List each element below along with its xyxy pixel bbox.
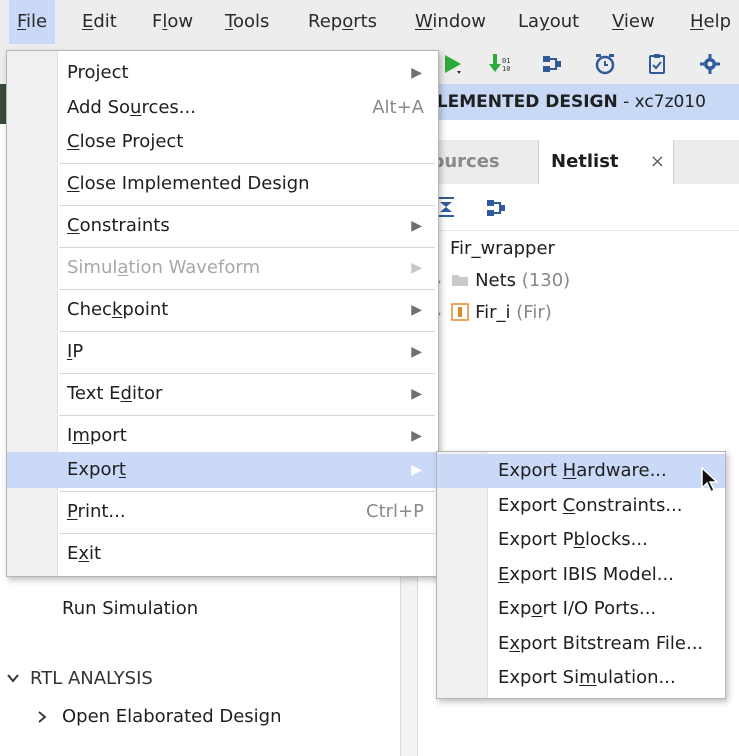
shortcut-label: Alt+A [372, 97, 424, 118]
menu-view[interactable]: View [604, 0, 663, 44]
submenu-item-export-pblocks[interactable]: Export Pblocks... [437, 523, 725, 557]
submenu-arrow-icon: ▶ [411, 386, 422, 402]
menu-item-text-editor[interactable]: Text Editor ▶ [7, 376, 438, 412]
download-bitstream-icon[interactable]: 01 10 [488, 52, 512, 76]
submenu-item-export-hardware[interactable]: Export Hardware... [437, 454, 725, 488]
menu-separator [59, 533, 435, 534]
menu-separator [59, 373, 435, 374]
mouse-cursor-icon [700, 466, 720, 498]
tab-netlist[interactable]: Netlist × [538, 140, 674, 184]
menu-file[interactable]: File [9, 0, 56, 44]
submenu-arrow-icon: ▶ [411, 65, 422, 81]
collapse-all-icon[interactable] [436, 196, 456, 222]
netlist-toolbar [418, 184, 739, 231]
menu-help[interactable]: Help [682, 0, 739, 44]
tree-row-nets[interactable]: › Nets (130) [436, 270, 570, 291]
timer-icon[interactable] [593, 52, 617, 76]
menu-item-ip[interactable]: IP ▶ [7, 334, 438, 370]
clipboard-icon[interactable] [645, 52, 669, 76]
menu-bar: File Edit Flow Tools Reports Window Layo… [0, 0, 739, 44]
menu-layout[interactable]: Layout [510, 0, 587, 44]
menu-window[interactable]: Window [407, 0, 494, 44]
submenu-item-export-simulation[interactable]: Export Simulation... [437, 661, 725, 695]
menu-item-exit[interactable]: Exit [7, 536, 438, 572]
menu-separator [59, 289, 435, 290]
open-elaborated-design-item[interactable]: Open Elaborated Design [62, 706, 282, 727]
menu-item-project[interactable]: Project ▶ [7, 55, 438, 91]
run-icon[interactable] [440, 52, 464, 76]
menu-separator [59, 205, 435, 206]
menu-item-close-implemented-design[interactable]: Close Implemented Design [7, 166, 438, 202]
export-submenu: Export Hardware... Export Constraints...… [436, 451, 726, 699]
folder-icon [451, 271, 469, 286]
netlist-tabs: ources Netlist × [418, 140, 739, 184]
submenu-arrow-icon: ▶ [411, 260, 422, 276]
instance-icon [451, 303, 470, 321]
menu-separator [59, 491, 435, 492]
menu-separator [59, 163, 435, 164]
shortcut-label: Ctrl+P [366, 501, 424, 522]
schematic-icon[interactable] [540, 52, 564, 76]
file-menu-dropdown: Project ▶ Add Sources... Alt+A Close Pro… [6, 50, 439, 577]
submenu-item-export-io-ports[interactable]: Export I/O Ports... [437, 592, 725, 626]
tree-row-instance[interactable]: › Fir_i (Fir) [436, 302, 552, 323]
menu-item-close-project[interactable]: Close Project [7, 124, 438, 160]
menu-separator [59, 247, 435, 248]
settings-gear-icon[interactable] [698, 52, 722, 76]
menu-tools[interactable]: Tools [217, 0, 277, 44]
menu-separator [59, 415, 435, 416]
tree-root[interactable]: Fir_wrapper [450, 238, 555, 259]
chevron-right-icon[interactable] [36, 708, 48, 729]
rtl-analysis-section-label[interactable]: RTL ANALYSIS [30, 668, 153, 689]
menu-item-import[interactable]: Import ▶ [7, 418, 438, 454]
menu-item-checkpoint[interactable]: Checkpoint ▶ [7, 292, 438, 328]
submenu-arrow-icon: ▶ [411, 462, 422, 478]
menu-edit[interactable]: Edit [74, 0, 125, 44]
submenu-item-export-constraints[interactable]: Export Constraints... [437, 489, 725, 523]
menu-item-print[interactable]: Print... Ctrl+P [7, 494, 438, 530]
menu-item-constraints[interactable]: Constraints ▶ [7, 208, 438, 244]
menu-item-simulation-waveform: Simulation Waveform ▶ [7, 250, 438, 286]
close-icon[interactable]: × [650, 140, 665, 184]
menu-item-add-sources[interactable]: Add Sources... Alt+A [7, 90, 438, 126]
menu-item-export[interactable]: Export ▶ [7, 452, 438, 488]
rtl-analysis-chevron-down-icon[interactable] [6, 669, 20, 690]
submenu-arrow-icon: ▶ [411, 344, 422, 360]
menu-separator [59, 331, 435, 332]
menu-flow[interactable]: Flow [144, 0, 201, 44]
svg-text:10: 10 [502, 65, 510, 73]
implemented-design-header: IPLEMENTED DESIGN - xc7z010 [418, 84, 739, 120]
menu-reports[interactable]: Reports [300, 0, 385, 44]
submenu-item-export-ibis-model[interactable]: Export IBIS Model... [437, 558, 725, 592]
run-simulation-item[interactable]: Run Simulation [62, 598, 198, 619]
tab-sources[interactable]: ources [432, 140, 500, 184]
submenu-item-export-bitstream-file[interactable]: Export Bitstream File... [437, 627, 725, 661]
submenu-arrow-icon: ▶ [411, 218, 422, 234]
submenu-arrow-icon: ▶ [411, 302, 422, 318]
svg-text:01: 01 [502, 57, 510, 65]
schematic-icon[interactable] [484, 196, 508, 224]
submenu-arrow-icon: ▶ [411, 428, 422, 444]
